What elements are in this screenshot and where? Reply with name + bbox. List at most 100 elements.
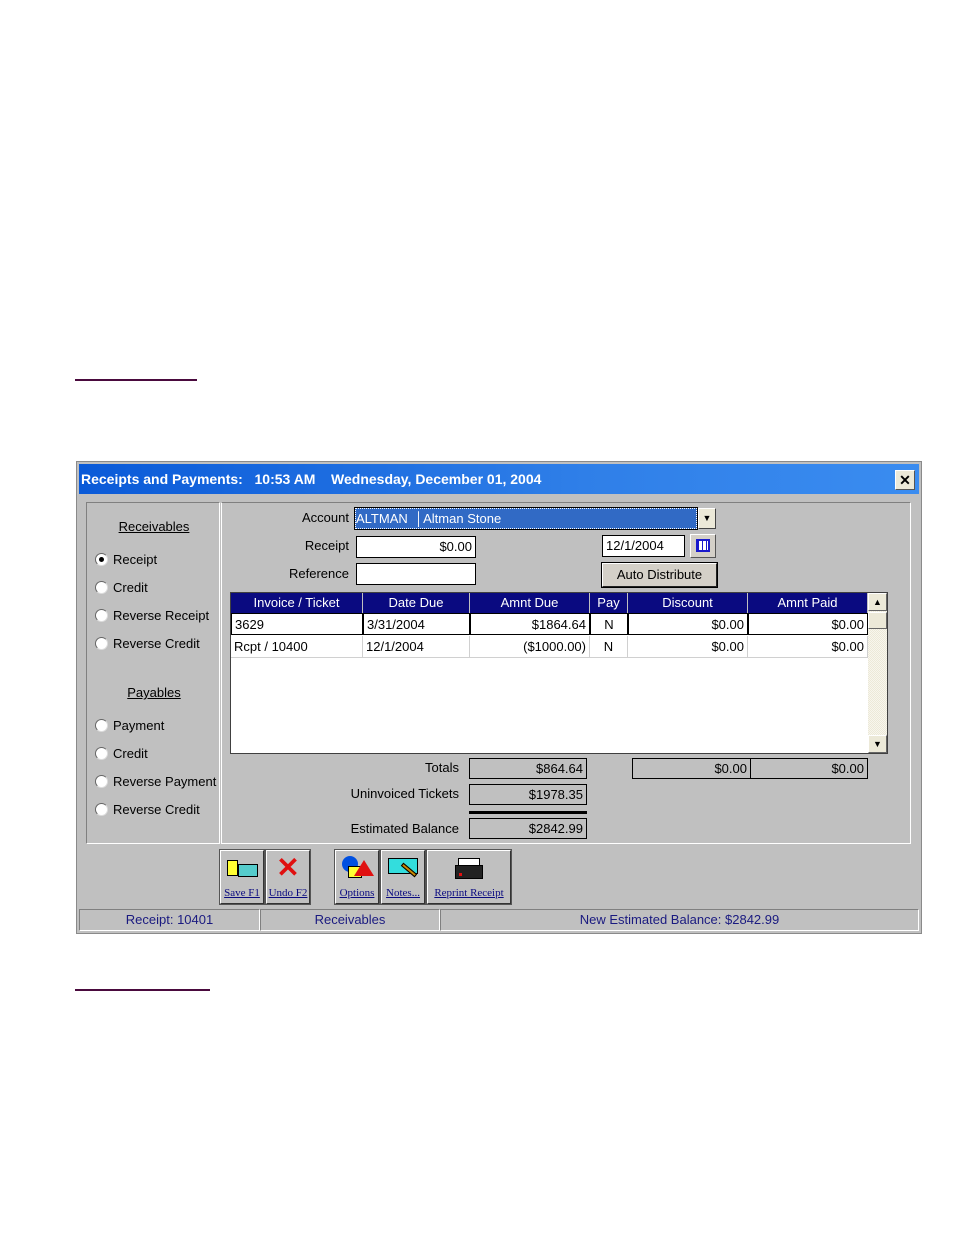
- scroll-down-button[interactable]: ▼: [868, 735, 887, 753]
- arrow-down-icon: ▼: [873, 739, 882, 749]
- radio-credit-payable[interactable]: Credit: [95, 746, 148, 761]
- radio-label: Reverse Credit: [113, 802, 200, 817]
- receipt-entry-panel: Account ALTMAN │Altman Stone ▼ Receipt $…: [221, 502, 911, 844]
- scroll-thumb[interactable]: [868, 612, 887, 629]
- cell-date-due[interactable]: 12/1/2004: [363, 636, 470, 658]
- payables-heading: Payables: [127, 685, 181, 700]
- cell-invoice[interactable]: Rcpt / 10400: [231, 636, 363, 658]
- radio-icon: [95, 803, 108, 816]
- radio-label: Credit: [113, 580, 148, 595]
- radio-icon: [95, 775, 108, 788]
- reprint-receipt-button[interactable]: Reprint Receipt: [426, 849, 512, 905]
- radio-icon: [95, 747, 108, 760]
- status-mode: Receivables: [260, 909, 440, 931]
- transaction-type-panel: Receivables Receipt Credit Reverse Recei…: [86, 502, 220, 844]
- uninvoiced-label: Uninvoiced Tickets: [350, 786, 459, 801]
- receivables-heading: Receivables: [118, 519, 190, 534]
- title-bar: Receipts and Payments: 10:53 AM Wednesda…: [79, 464, 919, 494]
- radio-reverse-credit-receivable[interactable]: Reverse Credit: [95, 636, 200, 651]
- uninvoiced-value: $1978.35: [469, 784, 587, 805]
- radio-reverse-receipt[interactable]: Reverse Receipt: [95, 608, 209, 623]
- account-name: Altman Stone: [423, 511, 502, 526]
- toolbar: Save F1 ✕ Undo F2 Options Notes... Repri…: [77, 847, 921, 907]
- radio-label: Reverse Payment: [113, 774, 217, 789]
- calendar-button[interactable]: [690, 534, 716, 558]
- estimated-balance-value: $2842.99: [469, 818, 587, 839]
- status-receipt-number: Receipt: 10401: [79, 909, 260, 931]
- radio-credit-receivable[interactable]: Credit: [95, 580, 148, 595]
- radio-selected-icon: [95, 553, 108, 566]
- title-date: Wednesday, December 01, 2004: [331, 471, 542, 487]
- section-underline: [75, 379, 197, 381]
- radio-icon: [95, 637, 108, 650]
- column-header-date-due[interactable]: Date Due: [363, 593, 470, 613]
- reference-label: Reference: [289, 566, 349, 581]
- account-dropdown-button[interactable]: ▼: [698, 508, 716, 529]
- invoice-grid: Invoice / Ticket Date Due Amnt Due Pay D…: [230, 592, 888, 754]
- totals-amnt-paid: $0.00: [750, 758, 868, 779]
- radio-payment[interactable]: Payment: [95, 718, 164, 733]
- close-button[interactable]: ✕: [895, 470, 915, 490]
- cell-pay[interactable]: N: [590, 613, 628, 635]
- account-code: ALTMAN: [356, 511, 408, 526]
- save-button[interactable]: Save F1: [219, 849, 265, 905]
- radio-reverse-credit-payable[interactable]: Reverse Credit: [95, 802, 200, 817]
- table-row[interactable]: 3629 3/31/2004 $1864.64 N $0.00 $0.00: [231, 613, 868, 635]
- totals-label: Totals: [425, 760, 459, 775]
- column-header-pay[interactable]: Pay: [590, 593, 628, 613]
- grid-header: Invoice / Ticket Date Due Amnt Due Pay D…: [231, 593, 868, 613]
- cell-amnt-due[interactable]: ($1000.00): [470, 636, 590, 658]
- close-icon: ✕: [899, 472, 911, 488]
- radio-icon: [95, 719, 108, 732]
- undo-button[interactable]: ✕ Undo F2: [265, 849, 311, 905]
- receipt-amount-input[interactable]: $0.00: [356, 536, 476, 558]
- scroll-up-button[interactable]: ▲: [868, 593, 887, 611]
- cell-discount[interactable]: $0.00: [628, 613, 748, 635]
- radio-reverse-payment[interactable]: Reverse Payment: [95, 774, 216, 789]
- sum-divider: [469, 811, 587, 814]
- cell-discount[interactable]: $0.00: [628, 636, 748, 658]
- cell-amnt-paid[interactable]: $0.00: [748, 613, 868, 635]
- chevron-down-icon: ▼: [702, 513, 712, 523]
- reference-input[interactable]: [356, 563, 476, 585]
- undo-x-icon: ✕: [276, 852, 300, 883]
- radio-label: Reverse Credit: [113, 636, 200, 651]
- title-time: 10:53 AM: [254, 471, 316, 487]
- estimated-balance-label: Estimated Balance: [350, 821, 459, 836]
- column-header-invoice[interactable]: Invoice / Ticket: [231, 593, 363, 613]
- date-input[interactable]: 12/1/2004: [602, 535, 685, 557]
- receipts-payments-window: Receipts and Payments: 10:53 AM Wednesda…: [76, 461, 922, 934]
- cell-date-due[interactable]: 3/31/2004: [363, 613, 470, 635]
- column-header-amnt-due[interactable]: Amnt Due: [470, 593, 590, 613]
- notes-pencil-icon: [386, 854, 420, 882]
- radio-label: Payment: [113, 718, 165, 733]
- cell-pay[interactable]: N: [590, 636, 628, 658]
- arrow-up-icon: ▲: [873, 597, 882, 607]
- account-select[interactable]: ALTMAN │Altman Stone: [354, 507, 698, 530]
- printer-icon: [452, 854, 486, 882]
- radio-icon: [95, 609, 108, 622]
- cell-invoice[interactable]: 3629: [231, 613, 363, 635]
- radio-label: Reverse Receipt: [113, 608, 210, 623]
- receipt-label: Receipt: [304, 538, 349, 553]
- options-shapes-icon: [340, 854, 374, 882]
- status-new-balance: New Estimated Balance: $2842.99: [440, 909, 919, 931]
- radio-receipt[interactable]: Receipt: [95, 552, 157, 567]
- save-folder-icon: [225, 854, 259, 882]
- radio-label: Credit: [113, 746, 148, 761]
- notes-button[interactable]: Notes...: [380, 849, 426, 905]
- column-header-amnt-paid[interactable]: Amnt Paid: [748, 593, 868, 613]
- totals-amnt-due: $864.64: [469, 758, 587, 779]
- window-title: Receipts and Payments:: [81, 471, 243, 487]
- column-header-discount[interactable]: Discount: [628, 593, 748, 613]
- table-row[interactable]: Rcpt / 10400 12/1/2004 ($1000.00) N $0.0…: [231, 636, 868, 658]
- grid-scrollbar[interactable]: ▲ ▼: [868, 593, 887, 753]
- section-underline: [75, 989, 210, 991]
- totals-discount: $0.00: [632, 758, 751, 779]
- cell-amnt-paid[interactable]: $0.00: [748, 636, 868, 658]
- account-label: Account: [302, 510, 349, 525]
- status-bar: Receipt: 10401 Receivables New Estimated…: [79, 909, 919, 931]
- cell-amnt-due[interactable]: $1864.64: [470, 613, 590, 635]
- options-button[interactable]: Options: [334, 849, 380, 905]
- auto-distribute-button[interactable]: Auto Distribute: [601, 562, 718, 588]
